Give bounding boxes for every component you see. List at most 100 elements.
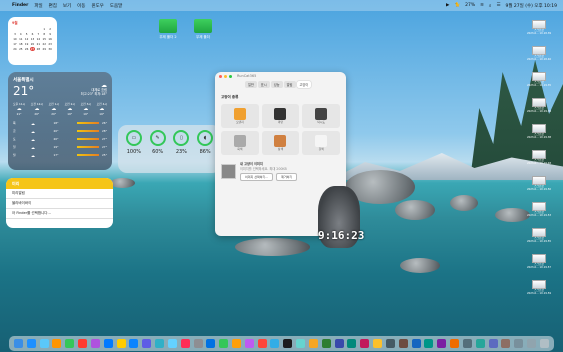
weather-widget[interactable]: 서울특별시 21° ☁ 대체로 흐림 최고:23° 최저:18° 오후 11시 ☁… bbox=[8, 72, 112, 170]
screenshot-file[interactable]: 스크린샷 2023-0... 10.19.39 bbox=[519, 98, 559, 124]
dock-app-icon[interactable] bbox=[347, 339, 357, 348]
dock-app-icon[interactable] bbox=[52, 339, 62, 348]
dock-app-icon[interactable] bbox=[283, 339, 293, 348]
screenshot-file[interactable]: 스크린샷 2023-0... 10.19.53 bbox=[519, 202, 559, 228]
menu-window[interactable]: 윈도우 bbox=[91, 3, 103, 9]
screenshot-file[interactable]: 스크린샷 2023-0... 10.19.35 bbox=[519, 72, 559, 98]
screenshot-file[interactable]: 스크린샷 2023-0... 10.19.50 bbox=[519, 176, 559, 202]
dock-app-icon[interactable] bbox=[385, 339, 395, 348]
dock-app-icon[interactable] bbox=[206, 339, 216, 348]
reminder-item[interactable]: 블라바이바이 bbox=[6, 199, 113, 209]
menu-help[interactable]: 도움말 bbox=[110, 3, 122, 9]
dock-app-icon[interactable] bbox=[39, 339, 49, 348]
dock-app-icon[interactable] bbox=[90, 339, 100, 348]
dock-app-icon[interactable] bbox=[462, 339, 472, 348]
screenshot-file[interactable]: 스크린샷 2023-0... 10.19.55 bbox=[519, 228, 559, 254]
dock-app-icon[interactable] bbox=[244, 339, 254, 348]
battery-widget[interactable]: ▭ 100% ✎ 60% ▯ 23% ◖ 86% bbox=[118, 125, 221, 173]
dock-app-icon[interactable] bbox=[360, 339, 370, 348]
screenshot-date: 2023-0... 10.18.46 bbox=[526, 58, 552, 61]
wifi-icon[interactable]: ≋ bbox=[480, 3, 484, 8]
forecast-day: 토 bbox=[13, 137, 16, 141]
dock-app-icon[interactable] bbox=[103, 339, 113, 348]
tab-notifications[interactable]: 알림 bbox=[283, 81, 296, 88]
dock-app-icon[interactable] bbox=[501, 339, 511, 348]
tab-cats[interactable]: 고양이 bbox=[296, 81, 312, 88]
dock-app-icon[interactable] bbox=[539, 339, 549, 348]
dock-app-icon[interactable] bbox=[231, 339, 241, 348]
menu-view[interactable]: 보기 bbox=[63, 3, 71, 9]
choose-image-button[interactable]: 이미지 선택하기... bbox=[240, 173, 274, 181]
dock-app-icon[interactable] bbox=[13, 339, 23, 348]
forecast-row: 목 ☁ 18° 26° bbox=[13, 119, 107, 127]
screenshot-file[interactable]: 스크린샷 2023-0... 10.19.38 bbox=[519, 124, 559, 150]
reminder-item[interactable]: 미리알림 bbox=[6, 189, 113, 199]
dock-app-icon[interactable] bbox=[116, 339, 126, 348]
control-center-icon[interactable]: ☰ bbox=[496, 3, 500, 8]
reminders-widget[interactable]: 미리 미리알림 블라바이바이 아 Finder를 선택합니다... bbox=[6, 178, 113, 228]
folder-icon[interactable] bbox=[159, 19, 177, 33]
tab-performance[interactable]: 성능 bbox=[270, 81, 283, 88]
dock-app-icon[interactable] bbox=[78, 339, 88, 348]
dock-app-icon[interactable] bbox=[488, 339, 498, 348]
temp-range-bar bbox=[77, 130, 100, 132]
cat-option[interactable]: 회색 bbox=[221, 131, 259, 155]
tab-general[interactable]: 일반 bbox=[245, 81, 257, 88]
dock-app-icon[interactable] bbox=[26, 339, 36, 348]
screenshot-file[interactable]: 스크린샷 2023-0... 10.19.59 bbox=[519, 280, 559, 306]
tab-display[interactable]: 표시 bbox=[257, 81, 270, 88]
menu-app-name[interactable]: Finder bbox=[12, 3, 28, 8]
window-titlebar: RunCat365 bbox=[215, 72, 346, 80]
menu-edit[interactable]: 편집 bbox=[49, 3, 57, 9]
dock-app-icon[interactable] bbox=[437, 339, 447, 348]
datetime[interactable]: 9월 27일 (수) 오후 10:19 bbox=[506, 3, 558, 9]
remove-image-button[interactable]: 제거하기 bbox=[276, 173, 298, 181]
folder-icon[interactable] bbox=[194, 19, 212, 33]
dock-app-icon[interactable] bbox=[155, 339, 165, 348]
dock-app-icon[interactable] bbox=[411, 339, 421, 348]
battery-status[interactable]: 27% bbox=[465, 3, 475, 8]
dock-app-icon[interactable] bbox=[257, 339, 267, 348]
reminder-item[interactable]: 아 Finder를 선택합니다... bbox=[6, 209, 113, 219]
play-icon[interactable]: ▶ bbox=[446, 3, 449, 8]
cat-option[interactable]: 삼색 bbox=[261, 131, 300, 155]
cat-option[interactable]: 흰색 bbox=[302, 131, 340, 155]
dock-app-icon[interactable] bbox=[334, 339, 344, 348]
dock-app-icon[interactable] bbox=[424, 339, 434, 348]
menu-file[interactable]: 파일 bbox=[34, 3, 42, 9]
cat-option[interactable]: 오렌지 bbox=[221, 104, 259, 128]
screenshot-thumbnail bbox=[532, 150, 546, 159]
dock-app-icon[interactable] bbox=[308, 339, 318, 348]
dock-app-icon[interactable] bbox=[65, 339, 75, 348]
dock-app-icon[interactable] bbox=[180, 339, 190, 348]
screenshot-date: 2023-0... 10.19.53 bbox=[526, 214, 552, 217]
dock-app-icon[interactable] bbox=[296, 339, 306, 348]
cat-option[interactable]: 턱시도 bbox=[302, 104, 340, 128]
dock-app-icon[interactable] bbox=[193, 339, 203, 348]
dock-app-icon[interactable] bbox=[142, 339, 152, 348]
minimize-button[interactable] bbox=[224, 74, 227, 78]
menu-go[interactable]: 이동 bbox=[77, 3, 85, 9]
screenshot-file[interactable]: 스크린샷 2023-0... 10.18.46 bbox=[519, 46, 559, 72]
cat-option[interactable]: 까만 bbox=[261, 104, 300, 128]
close-button[interactable] bbox=[219, 74, 222, 78]
screenshot-file[interactable]: 스크린샷 2023-0... 10.19.57 bbox=[519, 254, 559, 280]
dock-app-icon[interactable] bbox=[398, 339, 408, 348]
dock-app-icon[interactable] bbox=[527, 339, 537, 348]
dock-app-icon[interactable] bbox=[514, 339, 524, 348]
dock-app-icon[interactable] bbox=[219, 339, 229, 348]
dock-app-icon[interactable] bbox=[373, 339, 383, 348]
dock-app-icon[interactable] bbox=[167, 339, 177, 348]
dock-app-icon[interactable] bbox=[450, 339, 460, 348]
search-icon[interactable]: ⌕ bbox=[489, 3, 492, 9]
screenshot-file[interactable]: 스크린샷 2023-0... 10.19.48 bbox=[519, 150, 559, 176]
calendar-day: 16 bbox=[48, 37, 52, 41]
screenshot-file[interactable]: 스크린샷 2023-0... 10.18.39 bbox=[519, 20, 559, 46]
dock-app-icon[interactable] bbox=[475, 339, 485, 348]
dock-app-icon[interactable] bbox=[270, 339, 280, 348]
dock-app-icon[interactable] bbox=[321, 339, 331, 348]
dock-app-icon[interactable] bbox=[129, 339, 139, 348]
zoom-button[interactable] bbox=[229, 74, 232, 78]
cat-status-icon[interactable]: 🐈 bbox=[455, 3, 461, 8]
calendar-widget[interactable]: 9월 1 2 3 4 5 6 7 8 9 10 11 12 13 14 15 16 17 18 19 20 21 22 23… bbox=[8, 17, 57, 65]
